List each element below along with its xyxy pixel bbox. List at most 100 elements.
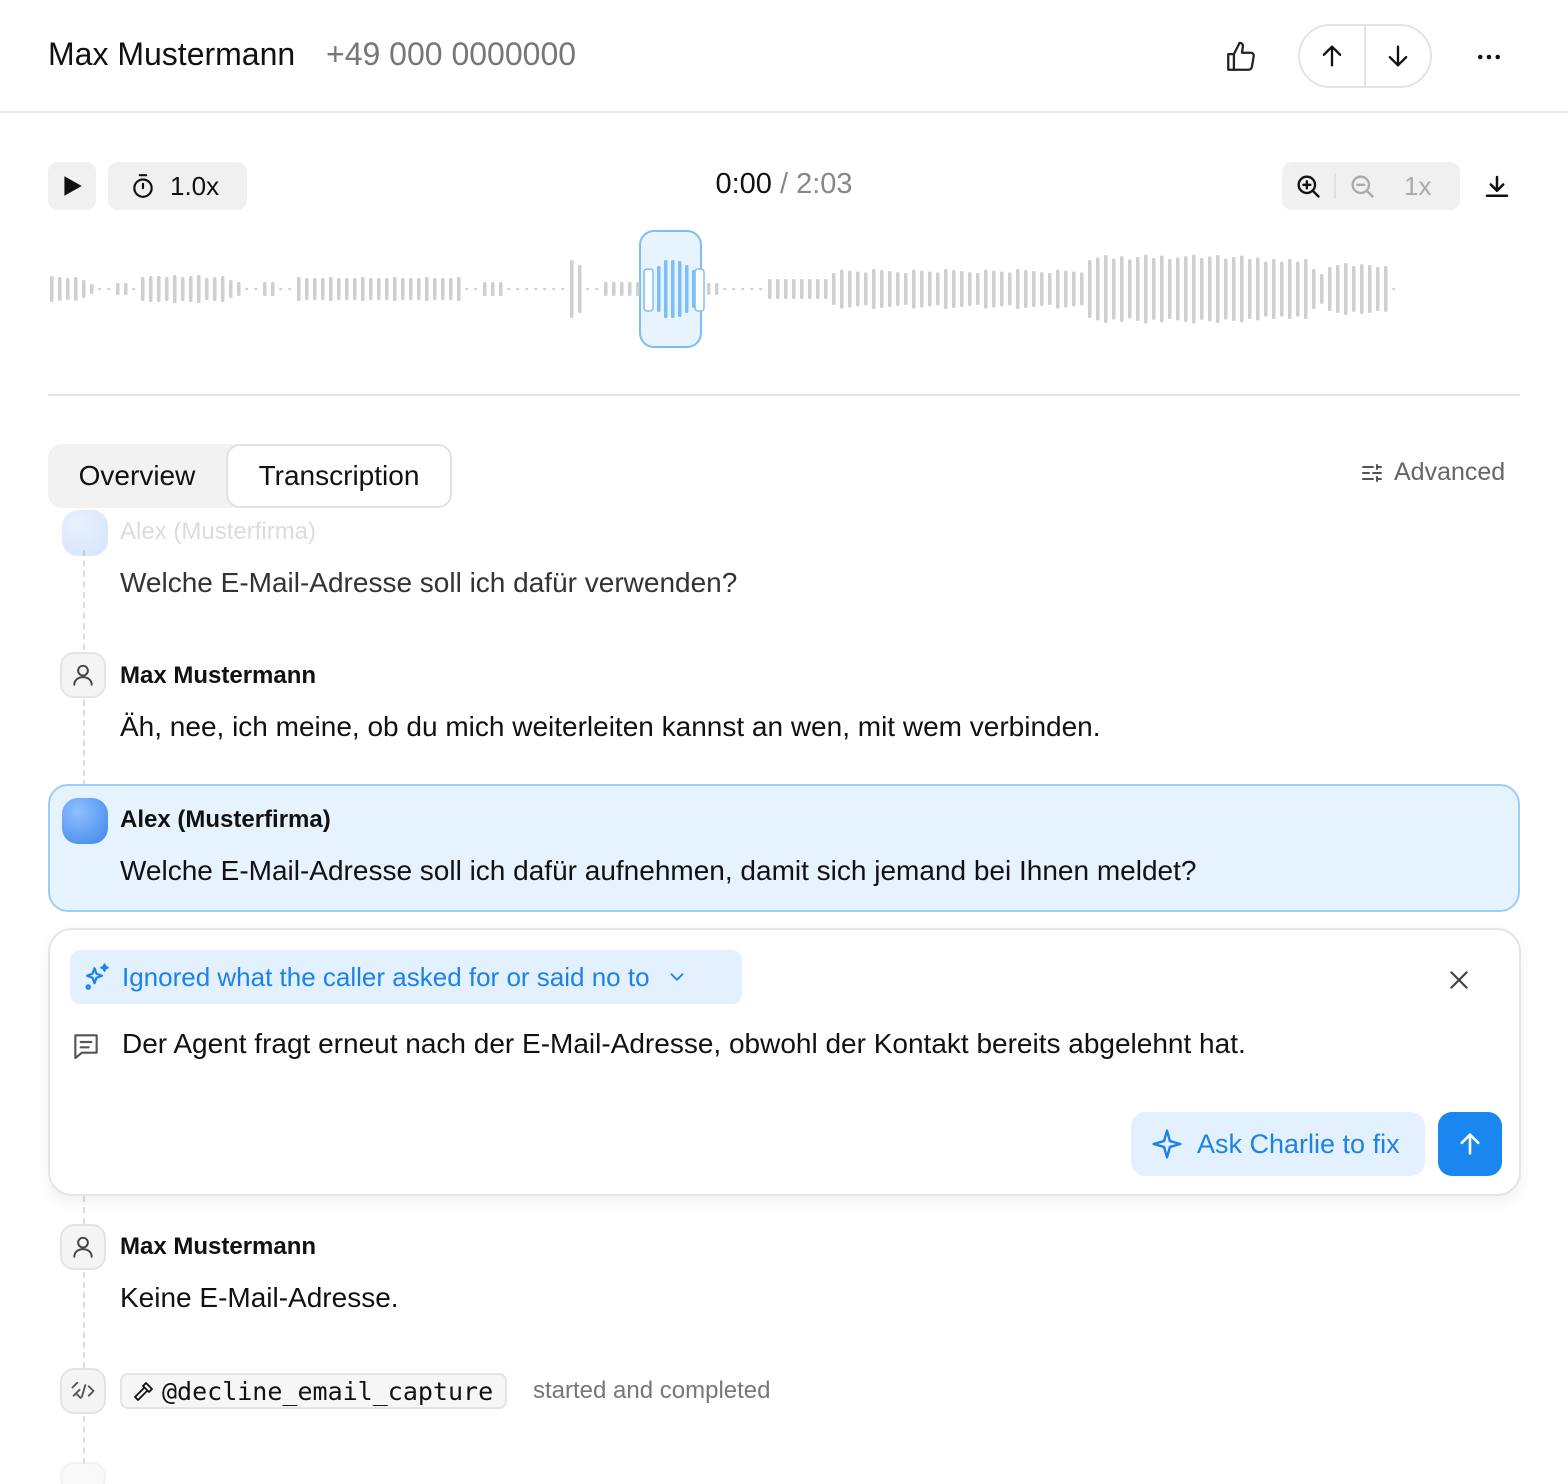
- waveform-bar: [1216, 255, 1220, 323]
- waveform-bar: [595, 288, 599, 290]
- caller-name: Max Mustermann: [48, 36, 296, 72]
- waveform-bar: [1160, 255, 1164, 323]
- waveform-bar: [872, 269, 876, 309]
- waveform-bar: [329, 277, 333, 301]
- waveform-bar: [928, 271, 932, 307]
- hammer-icon: [134, 1382, 153, 1401]
- thumbs-up-icon: [1227, 41, 1255, 71]
- waveform-bar: [1368, 265, 1372, 313]
- zoom-out-icon: [1351, 175, 1374, 198]
- waveform-bar: [628, 282, 632, 296]
- more-options-button[interactable]: [1466, 34, 1512, 80]
- waveform-bar: [205, 278, 209, 300]
- download-icon: [1485, 175, 1509, 197]
- close-feedback-button[interactable]: [1446, 960, 1472, 1000]
- waveform-bar: [707, 283, 711, 295]
- waveform-bar: [1256, 257, 1260, 321]
- waveform-bar: [1352, 266, 1356, 312]
- waveform-bar: [221, 276, 225, 302]
- call-header: Max Mustermann +49 000 0000000: [0, 0, 1568, 113]
- waveform-bar: [181, 277, 185, 301]
- waveform-bar: [1224, 258, 1228, 320]
- send-button[interactable]: [1438, 1112, 1502, 1176]
- waveform-bar: [124, 283, 128, 295]
- waveform-bar: [173, 275, 177, 303]
- waveform-bar: [620, 282, 624, 296]
- waveform-bar: [1064, 270, 1068, 308]
- waveform-bar: [441, 278, 445, 300]
- waveform-bar: [1360, 264, 1364, 314]
- waveform-selection-handle[interactable]: [694, 268, 705, 312]
- feedback-card: Ignored what the caller asked for or sai…: [48, 928, 1521, 1196]
- agent-avatar: [62, 798, 108, 844]
- waveform-bar: [213, 277, 217, 301]
- waveform-bar: [465, 288, 469, 290]
- waveform-bar: [808, 279, 812, 299]
- waveform-bar: [1296, 261, 1300, 317]
- tool-call-avatar: [60, 1368, 106, 1414]
- audio-waveform[interactable]: [40, 222, 1520, 356]
- arrow-up-icon: [1460, 1133, 1480, 1155]
- message-icon: [74, 1034, 98, 1060]
- tool-call-chip[interactable]: @decline_email_capture: [120, 1373, 508, 1409]
- waveform-bar: [345, 278, 349, 300]
- agent-avatar: [62, 510, 108, 556]
- waveform-bar: [1280, 261, 1284, 317]
- waveform-bar: [1000, 271, 1004, 307]
- waveform-bar: [425, 277, 429, 301]
- waveform-selection-handle[interactable]: [643, 268, 654, 312]
- ask-charlie-button[interactable]: Ask Charlie to fix: [1131, 1112, 1425, 1176]
- waveform-bar: [912, 269, 916, 309]
- waveform-bar: [401, 278, 405, 300]
- next-call-button[interactable]: [1364, 26, 1430, 86]
- waveform-bar: [678, 261, 682, 317]
- user-avatar: [60, 652, 106, 698]
- tab-transcription[interactable]: Transcription: [226, 444, 452, 508]
- waveform-bar: [800, 279, 804, 299]
- waveform-bar: [992, 270, 996, 308]
- zoom-in-icon: [1297, 175, 1320, 198]
- waveform-bar: [66, 278, 70, 300]
- waveform-bar: [561, 288, 565, 290]
- waveform-bar: [1320, 274, 1324, 304]
- waveform-bar: [1096, 257, 1100, 321]
- speaker-name: Max Mustermann: [120, 662, 317, 689]
- highlighted-message[interactable]: [48, 784, 1520, 912]
- feedback-note[interactable]: Der Agent fragt erneut nach der E-Mail-A…: [122, 1028, 1246, 1060]
- waveform-bar: [1328, 267, 1332, 311]
- sparkles-icon: [85, 963, 109, 990]
- waveform-bar: [237, 282, 241, 296]
- waveform-bar: [1264, 261, 1268, 317]
- waveform-bar: [1192, 254, 1196, 324]
- waveform-bar: [132, 288, 136, 290]
- waveform-bar: [984, 269, 988, 309]
- waveform-bar: [1208, 256, 1212, 322]
- waveform-bar: [157, 276, 161, 302]
- previous-call-button[interactable]: [1300, 26, 1364, 86]
- advanced-button[interactable]: Advanced: [1360, 458, 1505, 487]
- waveform-bar: [1384, 266, 1388, 312]
- waveform-bar: [1336, 265, 1340, 313]
- waveform-bar: [361, 277, 365, 301]
- tool-icon: [71, 1381, 95, 1399]
- waveform-bar: [1080, 272, 1084, 306]
- player-divider: [48, 394, 1520, 396]
- download-button[interactable]: [1474, 164, 1520, 210]
- waveform-bar: [976, 273, 980, 305]
- waveform-bar: [165, 277, 169, 301]
- thumbs-up-button[interactable]: [1218, 34, 1264, 80]
- waveform-bar: [449, 278, 453, 300]
- waveform-bar: [586, 288, 590, 290]
- waveform-bar: [741, 288, 745, 290]
- waveform-bar: [685, 265, 689, 313]
- tab-overview[interactable]: Overview: [48, 444, 226, 508]
- timeline-connector: [83, 700, 85, 786]
- waveform-bar: [305, 278, 309, 300]
- issue-dropdown[interactable]: Ignored what the caller asked for or sai…: [70, 950, 742, 1004]
- zoom-out-button[interactable]: [1336, 162, 1388, 210]
- zoom-in-button[interactable]: [1282, 162, 1334, 210]
- speaker-name: Max Mustermann: [120, 1233, 317, 1260]
- waveform-bar: [1168, 259, 1172, 319]
- waveform-bar: [491, 282, 495, 296]
- waveform-bar: [507, 288, 511, 290]
